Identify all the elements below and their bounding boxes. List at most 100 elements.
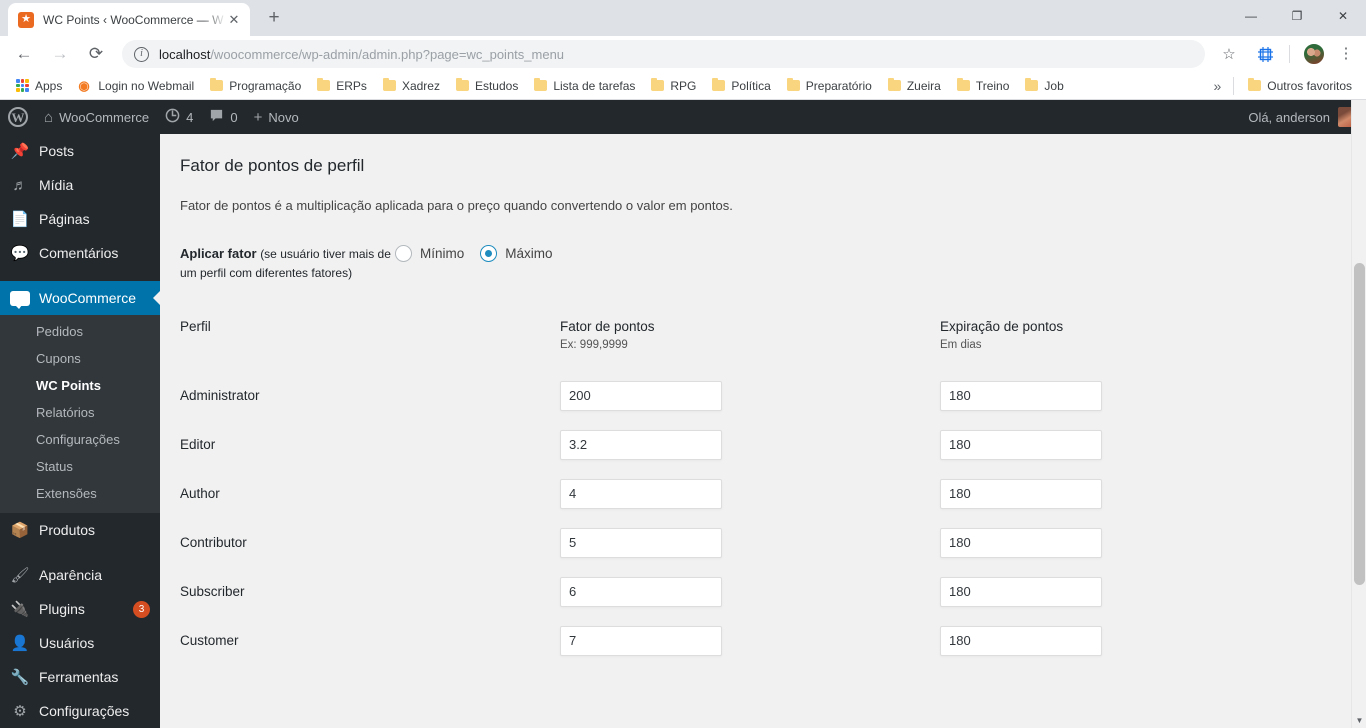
chrome-menu-icon[interactable]: ⋮ xyxy=(1335,39,1357,69)
wp-logo-menu[interactable]: W xyxy=(0,100,36,134)
sidebar-item-label: Páginas xyxy=(39,211,90,227)
site-info-icon[interactable]: i xyxy=(134,46,149,62)
bookmark-folder[interactable]: Preparatório xyxy=(779,75,880,97)
sidebar-subitem-configuracoes[interactable]: Configurações xyxy=(0,426,160,453)
bookmark-other-favorites[interactable]: Outros favoritos xyxy=(1240,75,1360,97)
address-bar[interactable]: i localhost/woocommerce/wp-admin/admin.p… xyxy=(122,40,1205,68)
expiration-cell xyxy=(940,429,1102,460)
expiration-input[interactable] xyxy=(940,380,1102,411)
bookmark-login-webmail[interactable]: ◉ Login no Webmail xyxy=(70,75,202,97)
bookmark-label: Zueira xyxy=(906,78,941,93)
sidebar-item-plugins[interactable]: 🔌 Plugins 3 xyxy=(0,592,160,626)
bookmark-folder[interactable]: Política xyxy=(704,75,778,97)
wp-admin-bar: W ⌂ WooCommerce 4 0 + Novo Olá, anderson xyxy=(0,100,1366,134)
sidebar-item-woocommerce[interactable]: woo WooCommerce xyxy=(0,281,160,315)
sidebar-item-pages[interactable]: 📄 Páginas xyxy=(0,202,160,236)
radio-minimo[interactable] xyxy=(395,245,412,262)
expiration-input[interactable] xyxy=(940,576,1102,607)
factor-input[interactable] xyxy=(560,478,722,509)
new-content-menu[interactable]: + Novo xyxy=(246,100,307,134)
expiration-input[interactable] xyxy=(940,478,1102,509)
close-window-icon[interactable]: ✕ xyxy=(1320,0,1366,32)
sidebar-subitem-wc-points[interactable]: WC Points xyxy=(0,372,160,399)
bookmark-label: Outros favoritos xyxy=(1267,78,1352,93)
plugins-icon: 🔌 xyxy=(10,601,30,618)
menu-separator xyxy=(0,270,160,281)
page-scrollbar[interactable]: ▼ xyxy=(1351,100,1366,728)
factor-input[interactable] xyxy=(560,527,722,558)
bookmark-label: Xadrez xyxy=(401,78,440,93)
sidebar-subitem-pedidos[interactable]: Pedidos xyxy=(0,318,160,345)
scrollbar-thumb[interactable] xyxy=(1354,263,1365,585)
profile-avatar[interactable] xyxy=(1299,39,1329,69)
updates-menu[interactable]: 4 xyxy=(157,100,201,134)
new-label: Novo xyxy=(268,109,299,125)
sidebar-item-media[interactable]: ♬ Mídia xyxy=(0,168,160,202)
folder-icon xyxy=(956,78,970,91)
expiration-input[interactable] xyxy=(940,625,1102,656)
comments-menu[interactable]: 0 xyxy=(201,100,245,134)
extension-icon[interactable] xyxy=(1250,39,1280,69)
bookmark-label: Estudos xyxy=(474,78,519,93)
sidebar-subitem-relatorios[interactable]: Relatórios xyxy=(0,399,160,426)
bookmark-folder[interactable]: Job xyxy=(1017,75,1071,97)
wordpress-logo-icon: W xyxy=(8,107,28,127)
bookmark-folder[interactable]: Programação xyxy=(202,75,309,97)
scroll-down-arrow-icon[interactable]: ▼ xyxy=(1355,716,1364,725)
role-label: Editor xyxy=(180,437,216,453)
url-text: localhost/woocommerce/wp-admin/admin.php… xyxy=(159,47,564,62)
bookmark-folder[interactable]: ERPs xyxy=(309,75,375,97)
media-icon: ♬ xyxy=(12,176,28,194)
bookmarks-overflow-icon[interactable]: » xyxy=(1208,78,1228,94)
account-menu[interactable]: Olá, anderson xyxy=(1240,100,1366,134)
sidebar-item-posts[interactable]: 📌 Posts xyxy=(0,134,160,168)
sidebar-item-ferramentas[interactable]: 🔧 Ferramentas xyxy=(0,660,160,694)
comments-count: 0 xyxy=(230,109,238,125)
sidebar-item-usuarios[interactable]: 👤 Usuários xyxy=(0,626,160,660)
forward-icon[interactable]: → xyxy=(45,39,75,69)
browser-toolbar: ← → ⟳ i localhost/woocommerce/wp-admin/a… xyxy=(0,36,1366,72)
bookmark-label: Programação xyxy=(229,78,302,93)
back-icon[interactable]: ← xyxy=(9,39,39,69)
sidebar-item-aparencia[interactable]: 🖌 Aparência xyxy=(0,558,160,592)
table-row: Customer xyxy=(180,625,1366,656)
bookmark-label: Preparatório xyxy=(805,78,872,93)
bookmark-folder[interactable]: Zueira xyxy=(880,75,949,97)
site-name-menu[interactable]: ⌂ WooCommerce xyxy=(36,100,157,134)
minimize-icon[interactable]: — xyxy=(1228,0,1274,32)
radio-minimo-label[interactable]: Mínimo xyxy=(420,246,464,261)
bookmark-folder[interactable]: Estudos xyxy=(448,75,526,97)
table-row: Subscriber xyxy=(180,576,1366,607)
factor-input[interactable] xyxy=(560,380,722,411)
sidebar-subitem-status[interactable]: Status xyxy=(0,453,160,480)
factor-input[interactable] xyxy=(560,576,722,607)
greeting-label: Olá, anderson xyxy=(1248,109,1330,125)
bookmark-folder[interactable]: Treino xyxy=(949,75,1018,97)
bookmark-folder[interactable]: Xadrez xyxy=(375,75,448,97)
expiration-input[interactable] xyxy=(940,527,1102,558)
sidebar-item-comments[interactable]: 💬 Comentários xyxy=(0,236,160,270)
table-row: Administrator xyxy=(180,380,1366,411)
close-icon[interactable]: ✕ xyxy=(226,12,242,28)
reload-icon[interactable]: ⟳ xyxy=(81,39,111,69)
radio-maximo[interactable] xyxy=(480,245,498,262)
browser-tab[interactable]: ★ WC Points ‹ WooCommerce — W ✕ xyxy=(8,3,250,36)
bookmark-star-icon[interactable]: ☆ xyxy=(1214,39,1244,69)
expiration-input[interactable] xyxy=(940,429,1102,460)
bookmark-folder[interactable]: RPG xyxy=(643,75,704,97)
factor-input[interactable] xyxy=(560,429,722,460)
page-description: Fator de pontos é a multiplicação aplica… xyxy=(180,198,733,213)
sidebar-subitem-cupons[interactable]: Cupons xyxy=(0,345,160,372)
expiration-cell xyxy=(940,478,1102,509)
factor-input[interactable] xyxy=(560,625,722,656)
sidebar-item-configuracoes[interactable]: ⚙ Configurações xyxy=(0,694,160,728)
toolbar-divider xyxy=(1289,45,1290,63)
bookmark-apps[interactable]: Apps xyxy=(8,75,70,97)
column-subtitle: Ex: 999,9999 xyxy=(560,338,628,351)
bookmark-folder[interactable]: Lista de tarefas xyxy=(526,75,643,97)
sidebar-subitem-extensoes[interactable]: Extensões xyxy=(0,480,160,507)
maximize-icon[interactable]: ❐ xyxy=(1274,0,1320,32)
radio-maximo-label[interactable]: Máximo xyxy=(505,246,552,261)
new-tab-button[interactable]: + xyxy=(260,5,288,33)
sidebar-item-produtos[interactable]: 📦 Produtos xyxy=(0,513,160,547)
